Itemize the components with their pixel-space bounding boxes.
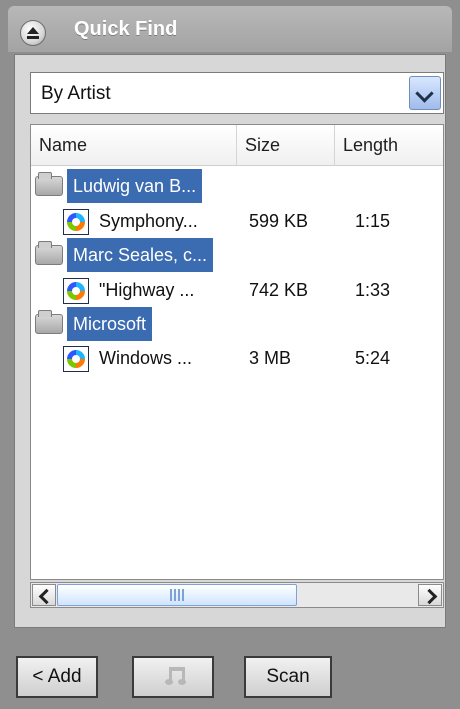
- list-item[interactable]: Windows ... 3 MB 5:24: [31, 341, 443, 375]
- media-file-icon: [63, 346, 89, 372]
- folder-icon: [35, 241, 63, 265]
- media-file-icon: [63, 209, 89, 235]
- add-button-label: < Add: [32, 666, 82, 687]
- music-note-heads: [165, 679, 173, 685]
- track-size: 3 MB: [249, 348, 292, 368]
- track-length: 5:24: [355, 348, 391, 368]
- folder-icon: [35, 172, 63, 196]
- track-name[interactable]: "Highway ...: [99, 273, 194, 307]
- media-file-icon: [63, 278, 89, 304]
- scan-button[interactable]: Scan: [244, 656, 332, 698]
- eject-icon[interactable]: [20, 20, 46, 46]
- filter-value: By Artist: [41, 83, 111, 104]
- list-header: Name Size Length: [31, 125, 443, 166]
- add-button[interactable]: < Add: [16, 656, 98, 698]
- music-button[interactable]: [132, 656, 214, 698]
- column-name[interactable]: Name: [31, 125, 237, 165]
- panel-title: Quick Find: [74, 18, 178, 40]
- list-item[interactable]: Symphony... 599 KB 1:15: [31, 204, 443, 238]
- list-item[interactable]: "Highway ... 742 KB 1:33: [31, 273, 443, 307]
- column-length[interactable]: Length: [335, 125, 443, 165]
- horizontal-scrollbar[interactable]: [30, 582, 444, 608]
- folder-label[interactable]: Marc Seales, c...: [67, 238, 214, 272]
- results-list[interactable]: Name Size Length Ludwig van B... Symphon…: [30, 124, 444, 580]
- folder-label[interactable]: Microsoft: [67, 307, 153, 341]
- list-item[interactable]: Ludwig van B...: [31, 169, 443, 203]
- list-item[interactable]: Marc Seales, c...: [31, 238, 443, 272]
- track-length: 1:33: [355, 280, 391, 300]
- folder-label[interactable]: Ludwig van B...: [67, 169, 203, 203]
- titlebar: Quick Find: [8, 6, 452, 52]
- list-item[interactable]: Microsoft: [31, 307, 443, 341]
- chevron-down-icon[interactable]: [409, 76, 441, 110]
- scroll-thumb[interactable]: [57, 584, 297, 606]
- track-name[interactable]: Symphony...: [99, 204, 198, 238]
- track-name[interactable]: Windows ...: [99, 341, 192, 375]
- scroll-grip: [170, 589, 186, 601]
- folder-icon: [35, 310, 63, 334]
- chevron-right-icon[interactable]: [418, 584, 442, 606]
- quick-find-panel: Quick Find By Artist Name Size Length Lu…: [0, 0, 460, 709]
- track-size: 599 KB: [249, 211, 309, 231]
- music-note-icon: [164, 667, 186, 687]
- filter-dropdown[interactable]: By Artist: [30, 72, 444, 114]
- track-size: 742 KB: [249, 280, 309, 300]
- track-length: 1:15: [355, 211, 391, 231]
- scan-button-label: Scan: [266, 666, 310, 687]
- column-size[interactable]: Size: [237, 125, 335, 165]
- chevron-left-icon[interactable]: [32, 584, 56, 606]
